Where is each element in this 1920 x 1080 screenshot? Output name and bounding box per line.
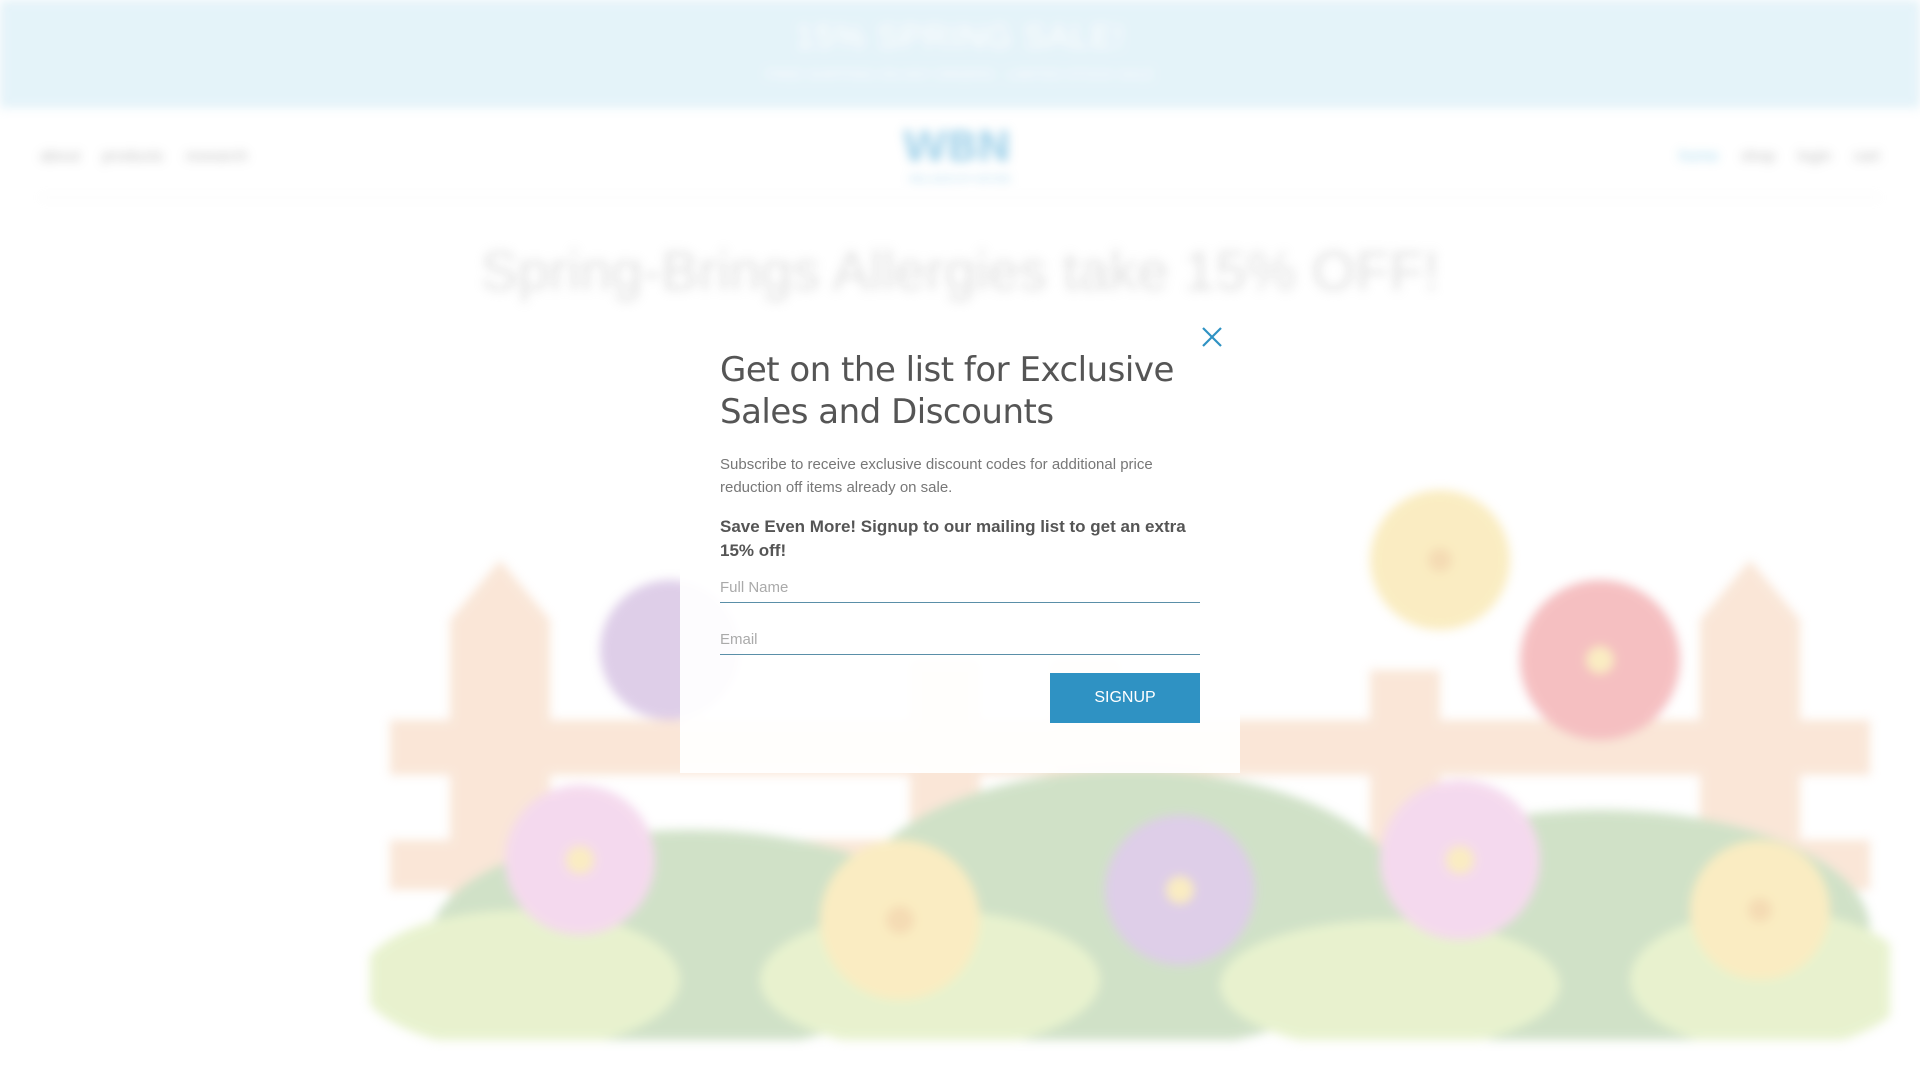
modal-highlight: Save Even More! Signup to our mailing li… [720, 517, 1186, 560]
signup-button[interactable]: SIGNUP [1050, 673, 1200, 723]
modal-title: Get on the list for Exclusive Sales and … [720, 350, 1174, 432]
modal-description: Subscribe to receive exclusive discount … [720, 456, 1153, 496]
close-icon[interactable] [1198, 323, 1226, 351]
newsletter-modal: Get on the list for Exclusive Sales and … [680, 313, 1240, 773]
email-field[interactable] [720, 627, 1200, 655]
full-name-field[interactable] [720, 575, 1200, 603]
